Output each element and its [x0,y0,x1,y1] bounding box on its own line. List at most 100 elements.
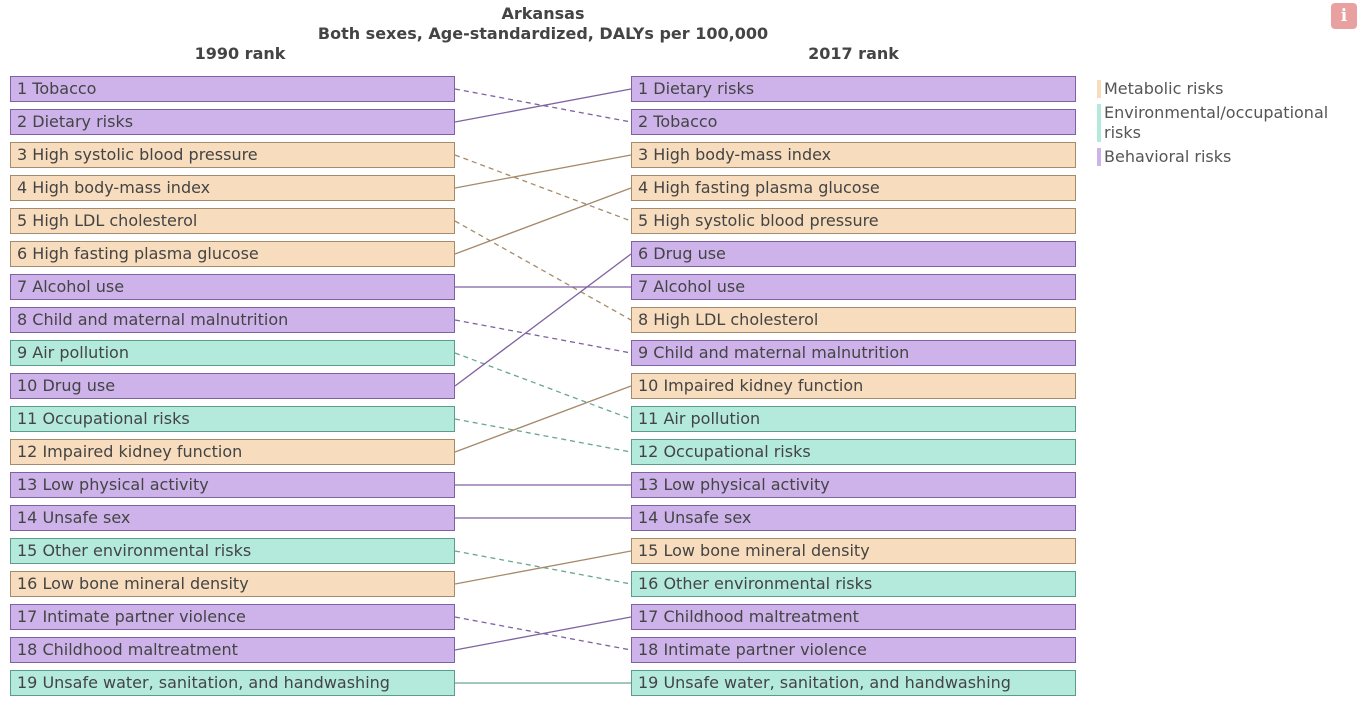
risk-name: Drug use [653,244,726,263]
legend-swatch [1097,148,1101,166]
rank-item-1990-14[interactable]: 14 Unsafe sex [10,505,455,531]
risk-name: Intimate partner violence [42,607,246,626]
rank-item-1990-2[interactable]: 2 Dietary risks [10,109,455,135]
connector-child-and-maternal-malnutrition [454,319,632,354]
rank-number: 1 [17,79,28,98]
rank-number: 10 [638,376,659,395]
connector-high-body-mass-index [454,154,632,189]
rank-number: 1 [638,79,649,98]
rank-item-1990-5[interactable]: 5 High LDL cholesterol [10,208,455,234]
rank-item-1990-1[interactable]: 1 Tobacco [10,76,455,102]
rank-item-1990-8[interactable]: 8 Child and maternal malnutrition [10,307,455,333]
connector-dietary-risks [454,88,632,123]
risk-name: Alcohol use [653,277,746,296]
rank-number: 5 [17,211,28,230]
risk-name: Air pollution [663,409,761,428]
rank-item-1990-9[interactable]: 9 Air pollution [10,340,455,366]
rank-item-1990-6[interactable]: 6 High fasting plasma glucose [10,241,455,267]
rank-item-2017-15[interactable]: 15 Low bone mineral density [631,538,1076,564]
rank-number: 13 [638,475,659,494]
rank-item-2017-11[interactable]: 11 Air pollution [631,406,1076,432]
rank-number: 14 [17,508,38,527]
rank-item-2017-4[interactable]: 4 High fasting plasma glucose [631,175,1076,201]
rank-item-1990-15[interactable]: 15 Other environmental risks [10,538,455,564]
rank-number: 18 [17,640,38,659]
info-button[interactable]: i [1331,3,1357,29]
connector-low-bone-mineral-density [454,550,632,585]
risk-name: Impaired kidney function [42,442,243,461]
rank-item-1990-17[interactable]: 17 Intimate partner violence [10,604,455,630]
risk-name: High body-mass index [653,145,832,164]
rank-item-1990-19[interactable]: 19 Unsafe water, sanitation, and handwas… [10,670,455,696]
risk-name: Other environmental risks [42,541,252,560]
rank-item-2017-6[interactable]: 6 Drug use [631,241,1076,267]
risk-name: Childhood maltreatment [663,607,859,626]
legend-item-behavioral[interactable]: Behavioral risks [1097,147,1347,167]
risk-name: Tobacco [32,79,97,98]
risk-name: Air pollution [32,343,129,362]
rank-item-1990-7[interactable]: 7 Alcohol use [10,274,455,300]
rank-item-2017-17[interactable]: 17 Childhood maltreatment [631,604,1076,630]
column-header-2017: 2017 rank [808,44,899,63]
risk-name: Child and maternal malnutrition [653,343,910,362]
rank-item-2017-19[interactable]: 19 Unsafe water, sanitation, and handwas… [631,670,1076,696]
rank-item-1990-13[interactable]: 13 Low physical activity [10,472,455,498]
risk-name: High fasting plasma glucose [653,178,880,197]
rank-number: 8 [638,310,649,329]
rank-number: 13 [17,475,38,494]
rank-number: 5 [638,211,649,230]
rank-item-2017-1[interactable]: 1 Dietary risks [631,76,1076,102]
rank-item-1990-16[interactable]: 16 Low bone mineral density [10,571,455,597]
rank-item-2017-12[interactable]: 12 Occupational risks [631,439,1076,465]
rank-number: 4 [638,178,649,197]
rank-number: 17 [638,607,659,626]
rank-item-2017-14[interactable]: 14 Unsafe sex [631,505,1076,531]
column-header-1990: 1990 rank [194,44,286,63]
rank-item-2017-7[interactable]: 7 Alcohol use [631,274,1076,300]
rank-number: 14 [638,508,659,527]
rank-item-1990-18[interactable]: 18 Childhood maltreatment [10,637,455,663]
risk-name: Occupational risks [663,442,811,461]
connector-drug-use [454,253,632,387]
legend-item-environmental[interactable]: Environmental/occupational risks [1097,103,1347,143]
risk-name: Childhood maltreatment [42,640,238,659]
rank-number: 4 [17,178,28,197]
rank-item-2017-18[interactable]: 18 Intimate partner violence [631,637,1076,663]
rank-item-2017-16[interactable]: 16 Other environmental risks [631,571,1076,597]
rank-item-2017-3[interactable]: 3 High body-mass index [631,142,1076,168]
rank-item-2017-8[interactable]: 8 High LDL cholesterol [631,307,1076,333]
rank-number: 3 [17,145,28,164]
connector-childhood-maltreatment [454,616,632,651]
rank-number: 9 [17,343,28,362]
rank-item-1990-12[interactable]: 12 Impaired kidney function [10,439,455,465]
rank-number: 19 [638,673,659,692]
rank-item-2017-5[interactable]: 5 High systolic blood pressure [631,208,1076,234]
rank-number: 6 [638,244,649,263]
rank-number: 11 [638,409,659,428]
legend-swatch [1097,104,1101,142]
risk-name: High LDL cholesterol [653,310,819,329]
rank-number: 12 [638,442,659,461]
connector-occupational-risks [454,418,632,453]
risk-name: Low physical activity [663,475,830,494]
connector-impaired-kidney-function [454,385,632,453]
rank-item-1990-10[interactable]: 10 Drug use [10,373,455,399]
rank-item-2017-10[interactable]: 10 Impaired kidney function [631,373,1076,399]
rank-number: 7 [638,277,649,296]
legend-label: Metabolic risks [1104,79,1224,98]
rank-item-2017-2[interactable]: 2 Tobacco [631,109,1076,135]
rank-number: 15 [17,541,38,560]
connector-tobacco [454,88,632,123]
connector-intimate-partner-violence [454,616,632,651]
rank-item-1990-3[interactable]: 3 High systolic blood pressure [10,142,455,168]
rank-item-2017-9[interactable]: 9 Child and maternal malnutrition [631,340,1076,366]
risk-name: Dietary risks [653,79,755,98]
rank-item-2017-13[interactable]: 13 Low physical activity [631,472,1076,498]
risk-name: Dietary risks [32,112,134,131]
legend-item-metabolic[interactable]: Metabolic risks [1097,79,1347,99]
risk-name: Alcohol use [32,277,125,296]
risk-name: Tobacco [653,112,718,131]
rank-item-1990-11[interactable]: 11 Occupational risks [10,406,455,432]
rank-item-1990-4[interactable]: 4 High body-mass index [10,175,455,201]
rank-number: 2 [17,112,28,131]
